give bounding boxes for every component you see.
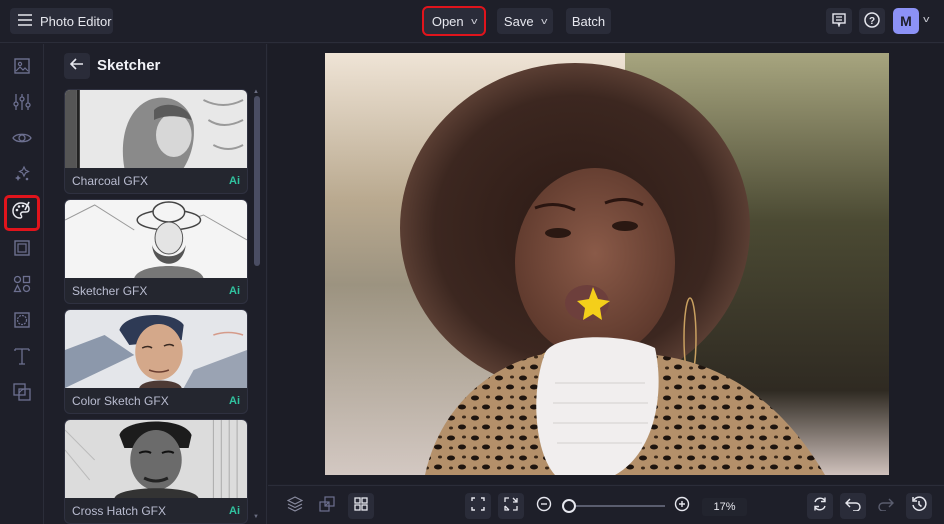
sidebar-item-frames[interactable] (7, 235, 37, 265)
sparkles-icon (13, 165, 31, 188)
color-sketch-thumbnail (65, 310, 247, 388)
help-button[interactable]: ? (859, 8, 885, 34)
tool-sidebar (0, 44, 44, 524)
effect-card-cross-hatch[interactable]: Cross Hatch GFX Ai (64, 419, 248, 524)
actual-size-button[interactable] (498, 493, 524, 519)
expand-icon (471, 496, 485, 516)
canvas-area (268, 44, 944, 484)
top-bar: Photo Editor Open v Save v Batch ? M v (0, 0, 944, 43)
batch-button[interactable]: Batch (566, 8, 611, 34)
effect-card-charcoal[interactable]: Charcoal GFX Ai (64, 89, 248, 194)
shapes-icon (13, 275, 31, 298)
scroll-down-arrow-icon[interactable]: ▼ (253, 514, 259, 520)
save-label: Save (503, 13, 534, 29)
user-avatar[interactable]: M (893, 8, 919, 34)
ai-badge: Ai (229, 395, 240, 407)
sidebar-item-adjustments[interactable] (7, 89, 37, 119)
zoom-slider-thumb[interactable] (562, 499, 576, 513)
layers-button[interactable] (282, 493, 308, 519)
bottom-toolbar: 17% (268, 485, 944, 524)
sidebar-item-artsy[interactable] (4, 195, 40, 231)
panel-title: Sketcher (97, 57, 161, 74)
refresh-icon (812, 496, 828, 517)
zoom-out-button[interactable] (531, 493, 557, 519)
sidebar-item-overlays[interactable] (7, 307, 37, 337)
cross-hatch-thumbnail (65, 420, 247, 498)
hamburger-icon (18, 13, 32, 29)
sidebar-item-image[interactable] (7, 53, 37, 83)
chevron-down-icon: v (540, 16, 547, 26)
text-icon (14, 347, 30, 370)
photo-canvas[interactable] (325, 53, 889, 475)
effect-card-color-sketch[interactable]: Color Sketch GFX Ai (64, 309, 248, 414)
account-chevron-down-icon[interactable]: v (923, 14, 929, 24)
open-label: Open (431, 13, 464, 29)
back-button[interactable] (64, 53, 90, 79)
eye-icon (12, 131, 32, 150)
history-button[interactable] (906, 493, 932, 519)
grid-button[interactable] (348, 493, 374, 519)
zoom-level-input[interactable]: 17% (702, 498, 747, 516)
sketcher-thumbnail (65, 200, 247, 278)
vignette-icon (14, 311, 30, 333)
sidebar-item-touch-up[interactable] (7, 125, 37, 155)
compare-button[interactable] (314, 493, 340, 519)
layers-icon (286, 495, 304, 517)
frame-icon (14, 239, 30, 261)
ai-badge: Ai (229, 285, 240, 297)
app-title: Photo Editor (40, 13, 112, 29)
scroll-up-arrow-icon[interactable]: ▲ (253, 89, 259, 95)
card-label: Color Sketch GFX (72, 394, 169, 408)
svg-text:?: ? (869, 16, 875, 27)
sidebar-item-effects[interactable] (7, 161, 37, 191)
zoom-in-button[interactable] (669, 493, 695, 519)
batch-label: Batch (571, 13, 606, 29)
arrow-left-icon (69, 57, 84, 75)
sketcher-panel: Sketcher Charcoal GFX Ai Sketcher GFX Ai (45, 44, 267, 524)
shrink-icon (504, 496, 518, 516)
ai-badge: Ai (229, 175, 240, 187)
fit-screen-button[interactable] (465, 493, 491, 519)
help-icon: ? (864, 11, 880, 31)
redo-button[interactable] (873, 493, 899, 519)
zoom-slider-track[interactable] (575, 505, 665, 507)
feedback-icon (832, 12, 846, 30)
palette-icon (12, 201, 32, 226)
grid-icon (354, 496, 368, 516)
history-icon (911, 495, 927, 517)
undo-button[interactable] (840, 493, 866, 519)
undo-icon (845, 497, 861, 516)
image-icon (14, 57, 30, 79)
zoom-in-icon (674, 496, 690, 517)
feedback-button[interactable] (826, 8, 852, 34)
ai-badge: Ai (229, 505, 240, 517)
effect-card-sketcher[interactable]: Sketcher GFX Ai (64, 199, 248, 304)
main-menu-button[interactable]: Photo Editor (10, 8, 113, 34)
compare-icon (319, 495, 335, 517)
card-label: Cross Hatch GFX (72, 504, 167, 518)
reset-button[interactable] (807, 493, 833, 519)
card-label: Sketcher GFX (72, 284, 148, 298)
sliders-icon (13, 93, 31, 116)
open-button[interactable]: Open v (422, 6, 486, 36)
redo-icon (878, 497, 894, 516)
overlay-texture-icon (13, 382, 31, 406)
sidebar-item-textures[interactable] (7, 379, 37, 409)
save-button[interactable]: Save v (497, 8, 553, 34)
panel-scrollbar[interactable] (254, 96, 260, 266)
sidebar-item-graphics[interactable] (7, 271, 37, 301)
zoom-out-icon (536, 496, 552, 517)
chevron-down-icon: v (470, 16, 478, 26)
charcoal-thumbnail (65, 90, 247, 168)
card-label: Charcoal GFX (72, 174, 149, 188)
sidebar-item-text[interactable] (7, 343, 37, 373)
